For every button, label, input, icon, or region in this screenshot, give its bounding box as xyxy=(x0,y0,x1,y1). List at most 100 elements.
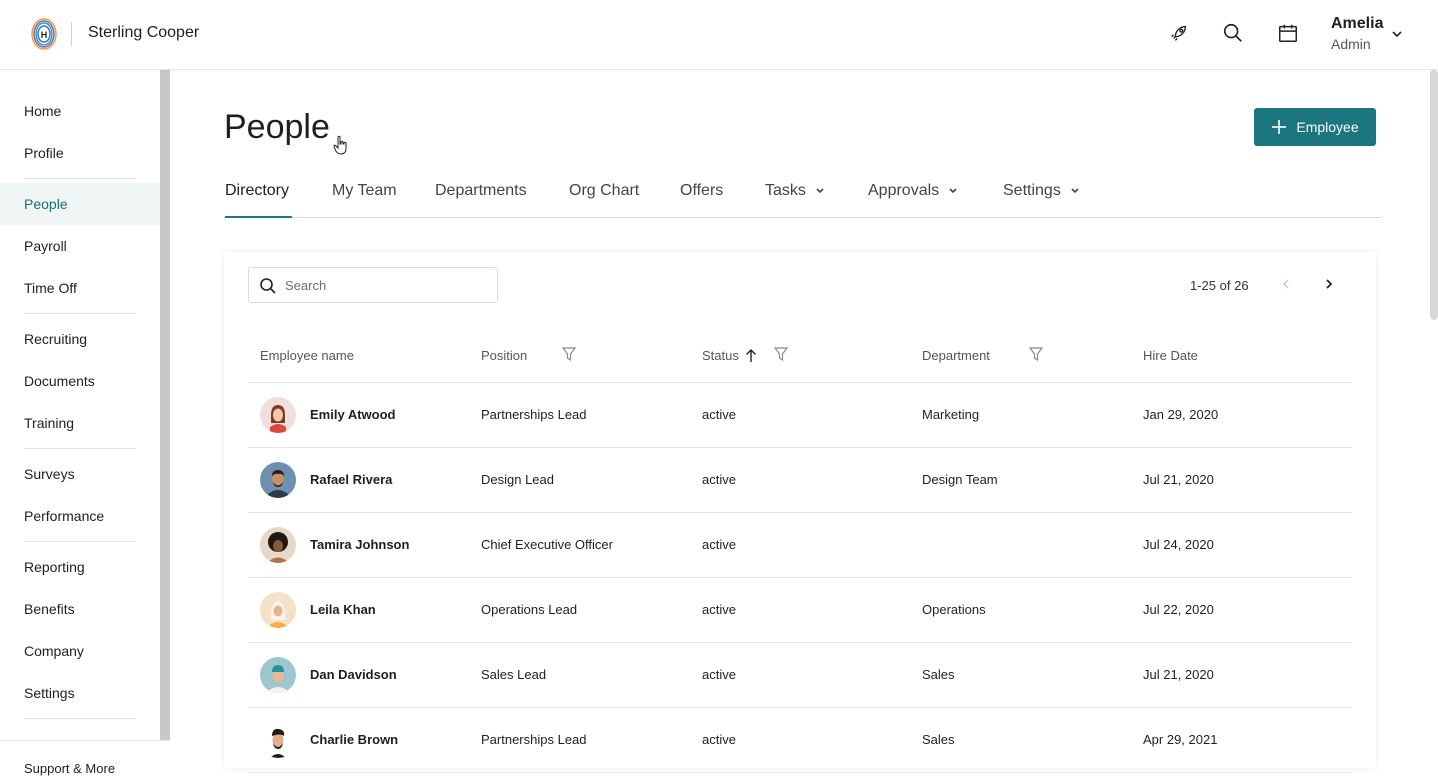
hand-cursor-icon xyxy=(333,135,347,155)
department-cell: Sales xyxy=(922,667,955,682)
pagination-label: 1-25 of 26 xyxy=(1190,278,1249,293)
logo-divider xyxy=(71,22,72,46)
avatar xyxy=(260,722,296,758)
chevron-down-icon xyxy=(949,188,957,194)
tab-label: Settings xyxy=(1003,182,1061,199)
sidebar-item-performance[interactable]: Performance xyxy=(0,495,160,537)
tab-settings[interactable]: Settings xyxy=(1003,182,1081,200)
tab-label: Tasks xyxy=(765,182,806,199)
search-icon xyxy=(260,278,276,294)
tab-bar: Directory My Team Departments Org Chart … xyxy=(224,170,1382,218)
column-header-label: Status xyxy=(702,348,739,363)
sidebar-divider xyxy=(24,313,136,314)
position-cell: Sales Lead xyxy=(481,667,547,682)
sidebar-item-payroll[interactable]: Payroll xyxy=(0,225,160,267)
chevron-right-icon[interactable] xyxy=(1323,278,1335,290)
search-input[interactable] xyxy=(285,268,485,302)
sidebar-divider xyxy=(24,718,136,719)
department-cell: Design Team xyxy=(922,472,998,487)
table-row[interactable]: Charlie Brown Partnerships Lead active S… xyxy=(248,708,1352,773)
chevron-down-icon[interactable] xyxy=(1390,27,1404,41)
add-employee-label: Employee xyxy=(1296,119,1359,135)
rocket-icon[interactable] xyxy=(1168,22,1190,44)
sidebar-item-reporting[interactable]: Reporting xyxy=(0,546,160,588)
sidebar-item-company[interactable]: Company xyxy=(0,630,160,672)
status-cell: active xyxy=(702,407,736,422)
chevron-left-icon[interactable] xyxy=(1280,278,1292,290)
table-row[interactable]: Dan Davidson Sales Lead active Sales Jul… xyxy=(248,643,1352,708)
avatar xyxy=(260,592,296,628)
employee-name[interactable]: Leila Khan xyxy=(310,602,376,617)
sidebar-item-training[interactable]: Training xyxy=(0,402,160,444)
sidebar-item-settings[interactable]: Settings xyxy=(0,672,160,714)
table-row[interactable]: Emily Atwood Partnerships Lead active Ma… xyxy=(248,383,1352,448)
sidebar-footer-support[interactable]: Support & More xyxy=(0,740,170,776)
filter-icon[interactable] xyxy=(774,347,788,361)
tab-approvals[interactable]: Approvals xyxy=(868,182,959,200)
search-icon[interactable] xyxy=(1222,22,1244,44)
sidebar-scrollbar[interactable] xyxy=(160,70,170,768)
column-header-employee-name[interactable]: Employee name xyxy=(260,348,354,363)
tab-label: Offers xyxy=(680,182,724,199)
sidebar-divider xyxy=(24,541,136,542)
avatar xyxy=(260,397,296,433)
hire-date-cell: Jul 24, 2020 xyxy=(1143,537,1214,552)
tab-label: Approvals xyxy=(868,182,940,199)
hire-date-cell: Jan 29, 2020 xyxy=(1143,407,1219,422)
hire-date-cell: Apr 29, 2021 xyxy=(1143,732,1218,747)
user-name[interactable]: Amelia xyxy=(1331,15,1383,33)
employee-name[interactable]: Rafael Rivera xyxy=(310,472,392,487)
department-cell: Marketing xyxy=(922,407,980,422)
sort-ascending-icon[interactable] xyxy=(745,348,757,363)
sidebar-divider xyxy=(24,178,136,179)
tab-departments[interactable]: Departments xyxy=(435,182,527,200)
sidebar-item-home[interactable]: Home xyxy=(0,90,160,132)
position-cell: Partnerships Lead xyxy=(481,407,587,422)
employee-name[interactable]: Emily Atwood xyxy=(310,407,395,422)
sidebar-item-surveys[interactable]: Surveys xyxy=(0,453,160,495)
column-header-hire-date[interactable]: Hire Date xyxy=(1143,348,1198,363)
chevron-down-icon xyxy=(816,188,824,194)
avatar xyxy=(260,657,296,693)
status-cell: active xyxy=(702,602,736,617)
sidebar-item-benefits[interactable]: Benefits xyxy=(0,588,160,630)
tab-offers[interactable]: Offers xyxy=(680,182,723,200)
column-header-position[interactable]: Position xyxy=(481,348,527,363)
employee-name[interactable]: Dan Davidson xyxy=(310,667,397,682)
status-cell: active xyxy=(702,667,736,682)
status-cell: active xyxy=(702,472,736,487)
tab-my-team[interactable]: My Team xyxy=(332,182,397,200)
sidebar-divider xyxy=(24,448,136,449)
department-cell: Sales xyxy=(922,732,955,747)
tab-org-chart[interactable]: Org Chart xyxy=(569,182,639,200)
svg-text:H: H xyxy=(41,30,48,40)
filter-icon[interactable] xyxy=(1029,347,1043,361)
calendar-icon[interactable] xyxy=(1277,22,1299,44)
sidebar-item-documents[interactable]: Documents xyxy=(0,360,160,402)
department-cell: Operations xyxy=(922,602,986,617)
tab-directory[interactable]: Directory xyxy=(225,182,289,200)
sidebar-item-time-off[interactable]: Time Off xyxy=(0,267,160,309)
filter-icon[interactable] xyxy=(562,347,576,361)
sidebar-item-profile[interactable]: Profile xyxy=(0,132,160,174)
company-logo[interactable]: H xyxy=(30,17,58,51)
column-header-status[interactable]: Status xyxy=(702,348,757,363)
position-cell: Partnerships Lead xyxy=(481,732,587,747)
table-row[interactable]: Tamira Johnson Chief Executive Officer a… xyxy=(248,513,1352,578)
employee-name[interactable]: Charlie Brown xyxy=(310,732,398,747)
sidebar-item-people[interactable]: People xyxy=(0,183,160,225)
sidebar-item-recruiting[interactable]: Recruiting xyxy=(0,318,160,360)
search-box[interactable] xyxy=(248,267,498,303)
avatar xyxy=(260,462,296,498)
position-cell: Design Lead xyxy=(481,472,554,487)
table-row[interactable]: Rafael Rivera Design Lead active Design … xyxy=(248,448,1352,513)
table-row[interactable]: Leila Khan Operations Lead active Operat… xyxy=(248,578,1352,643)
position-cell: Operations Lead xyxy=(481,602,578,617)
page-scrollbar[interactable] xyxy=(1430,70,1438,320)
add-employee-button[interactable]: Employee xyxy=(1254,108,1376,146)
column-header-department[interactable]: Department xyxy=(922,348,990,363)
employee-name[interactable]: Tamira Johnson xyxy=(310,537,409,552)
chevron-down-icon xyxy=(1071,188,1079,194)
tab-tasks[interactable]: Tasks xyxy=(765,182,826,200)
position-cell: Chief Executive Officer xyxy=(481,537,613,552)
